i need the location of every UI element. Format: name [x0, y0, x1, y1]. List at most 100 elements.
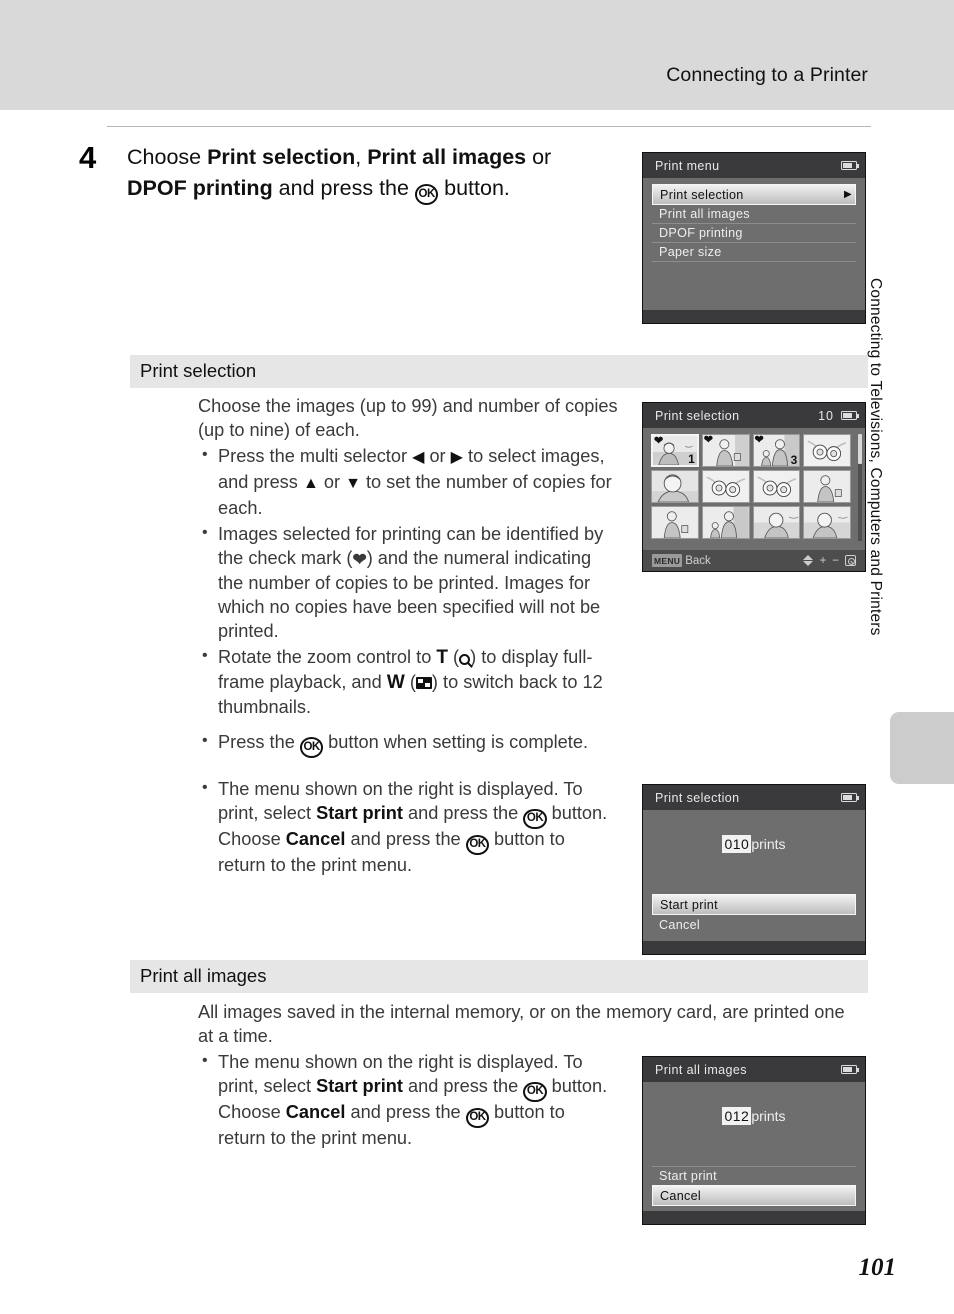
menu-item-print-all-images[interactable]: Print all images	[652, 205, 856, 224]
ok-button-icon: OK	[414, 184, 439, 206]
step-text-2: ,	[355, 145, 368, 169]
start-print-button[interactable]: Start print	[652, 1166, 856, 1185]
screenshot-print-selection-confirm: Print selection 010 prints Start print Ca…	[642, 784, 866, 955]
print-selection-bullets-2: Press the OK button when setting is comp…	[198, 729, 616, 759]
thumbnail-grid-icon	[415, 676, 432, 689]
step-bold-print-selection: Print selection	[207, 145, 356, 169]
plus-icon: +	[819, 554, 827, 567]
right-arrow-icon: ▶	[450, 449, 463, 466]
thumbnail-item[interactable]	[803, 434, 851, 467]
bullet-text: Press the	[218, 732, 300, 752]
bullet-menu-right: The menu shown on the right is displayed…	[198, 776, 616, 878]
photo-woman-beach	[804, 507, 850, 538]
print-selection-intro: Choose the images (up to 99) and number …	[198, 394, 618, 442]
prints-label: prints	[751, 1108, 786, 1124]
print-selection-bullets-3: The menu shown on the right is displayed…	[198, 776, 616, 878]
ok-button-icon: OK	[465, 834, 489, 856]
thumbnail-item[interactable]	[752, 506, 801, 539]
thumbnail-item[interactable]	[701, 506, 750, 539]
running-header-title: Connecting to a Printer	[666, 64, 868, 86]
lcd-title-bar: Print all images	[643, 1057, 865, 1082]
bullet-press-ok: Press the OK button when setting is comp…	[198, 729, 616, 759]
thumbnail-item[interactable]: ❤ 3	[752, 434, 801, 467]
lcd-title-text: Print selection	[655, 408, 740, 423]
bullet-zoom-control: Rotate the zoom control to T () to displ…	[198, 644, 616, 720]
menu-item-dpof-printing[interactable]: DPOF printing	[652, 224, 856, 243]
menu-item-print-selection[interactable]: Print selection ▶	[652, 184, 856, 205]
step-bold-dpof-printing: DPOF printing	[127, 176, 273, 200]
ok-button-icon: OK	[465, 1107, 489, 1129]
prints-number: 012	[722, 1107, 752, 1125]
cancel-button[interactable]: Cancel	[652, 915, 856, 934]
bullet-text: Rotate the zoom control to	[218, 646, 437, 667]
bold-start-print: Start print	[316, 803, 403, 824]
minus-icon: −	[832, 554, 839, 567]
running-header-band	[0, 0, 954, 110]
thumbnail-item[interactable]	[803, 506, 851, 539]
prints-count-area: 010 prints	[643, 810, 865, 894]
check-mark-icon: ❤	[654, 435, 664, 447]
intro-text: Choose the images (up to 99) and number …	[198, 396, 618, 441]
bullet-text: and press the	[345, 1102, 466, 1123]
thumbnail-grid: ❤ 1 ❤ ❤ 3	[643, 428, 865, 543]
thumbnail-item[interactable]: ❤ 1	[651, 434, 699, 467]
side-tab-marker	[890, 712, 954, 784]
photo-portrait	[652, 471, 698, 502]
prints-number: 010	[722, 835, 752, 853]
lcd-content: ❤ 1 ❤ ❤ 3	[643, 428, 865, 550]
menu-item-paper-size[interactable]: Paper size	[652, 243, 856, 262]
battery-icon	[841, 411, 860, 420]
confirm-button-list: Start print Cancel	[643, 894, 865, 934]
thumbnail-item[interactable]	[752, 470, 801, 503]
lcd-status-area	[841, 161, 860, 170]
intro-text: All images saved in the internal memory,…	[198, 1002, 845, 1047]
bullet-text: (	[404, 671, 416, 692]
lcd-title-text: Print menu	[655, 158, 720, 173]
screenshot-print-selection-grid: Print selection 10 ❤ 1 ❤ ❤ 3 MENU Back +…	[642, 402, 866, 572]
start-print-button[interactable]: Start print	[652, 894, 856, 915]
section-header-print-selection: Print selection	[130, 355, 868, 388]
battery-icon	[841, 793, 860, 802]
menu-item-label: Paper size	[659, 245, 722, 259]
photo-flowers	[702, 471, 749, 502]
thumbnail-item[interactable]	[701, 470, 750, 503]
ok-button-icon: OK	[523, 1081, 547, 1103]
back-label[interactable]: Back	[685, 555, 711, 567]
lcd-status-area	[841, 1065, 860, 1074]
bullet-text: and press the	[345, 829, 466, 850]
print-count: 10	[818, 408, 834, 423]
check-mark-icon: ❤	[754, 434, 764, 446]
lcd-toolbar: MENU Back + −	[643, 550, 865, 571]
cancel-button[interactable]: Cancel	[652, 1185, 856, 1206]
bullet-text: and press the	[402, 1076, 524, 1097]
print-all-images-intro: All images saved in the internal memory,…	[198, 1000, 858, 1048]
bullet-text: or	[318, 472, 346, 493]
confirm-button-list: Start print Cancel	[643, 1166, 865, 1206]
bullet-menu-right: The menu shown on the right is displayed…	[198, 1049, 616, 1151]
battery-icon	[841, 1065, 860, 1074]
menu-badge-icon: MENU	[652, 554, 683, 567]
menu-item-label: DPOF printing	[659, 226, 743, 240]
chevron-right-icon: ▶	[844, 189, 852, 200]
magnifier-icon	[459, 653, 471, 665]
thumbnail-item[interactable]: ❤	[701, 434, 750, 467]
step-bold-print-all-images: Print all images	[367, 145, 527, 169]
lcd-title-text: Print all images	[655, 1062, 747, 1077]
thumbnail-item[interactable]	[803, 470, 851, 503]
button-label: Cancel	[660, 1188, 702, 1203]
step-text-3: or	[526, 145, 552, 169]
thumbnail-item[interactable]	[651, 470, 699, 503]
copies-number: 1	[688, 452, 695, 466]
section-title: Print selection	[140, 360, 257, 381]
step-divider-rule	[107, 126, 871, 127]
lcd-content: 010 prints Start print Cancel	[643, 810, 865, 941]
photo-flowers	[804, 435, 850, 466]
lcd-title-text: Print selection	[655, 790, 740, 805]
bullet-text: (	[447, 646, 460, 667]
thumbnail-item[interactable]	[651, 506, 699, 539]
bullet-text: and press the	[402, 803, 524, 824]
prints-label: prints	[751, 836, 786, 852]
menu-item-label: Print all images	[659, 207, 750, 221]
photo-woman-bag	[804, 471, 850, 502]
up-down-arrows-icon	[802, 555, 814, 566]
